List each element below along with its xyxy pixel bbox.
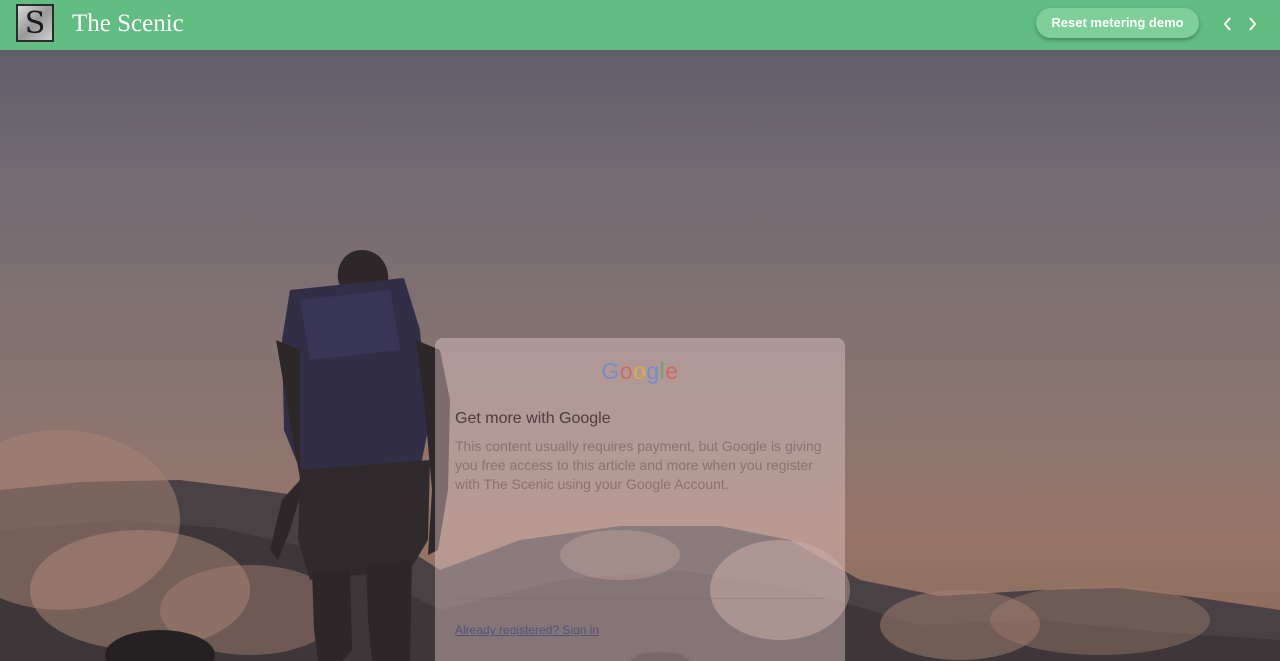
google-logo: Google — [435, 358, 845, 385]
dialog-divider — [455, 598, 825, 599]
site-title[interactable]: The Scenic — [72, 10, 184, 38]
site-logo[interactable]: S — [16, 4, 54, 42]
dialog-heading: Get more with Google — [455, 410, 611, 427]
chevron-left-icon[interactable] — [1221, 14, 1235, 34]
logo-letter: S — [24, 6, 46, 41]
dialog-body-text: This content usually requires payment, b… — [455, 438, 822, 492]
top-bar: S The Scenic Reset metering demo — [0, 0, 1280, 50]
chevron-right-icon[interactable] — [1245, 14, 1259, 34]
page: S The Scenic Reset metering demo Google … — [0, 0, 1280, 661]
reset-metering-button[interactable]: Reset metering demo — [1036, 8, 1199, 38]
sign-in-link[interactable]: Already registered? Sign in — [455, 623, 599, 637]
google-registration-dialog: Google Get more with Google This content… — [435, 338, 845, 661]
google-wordmark: Google — [601, 358, 679, 384]
